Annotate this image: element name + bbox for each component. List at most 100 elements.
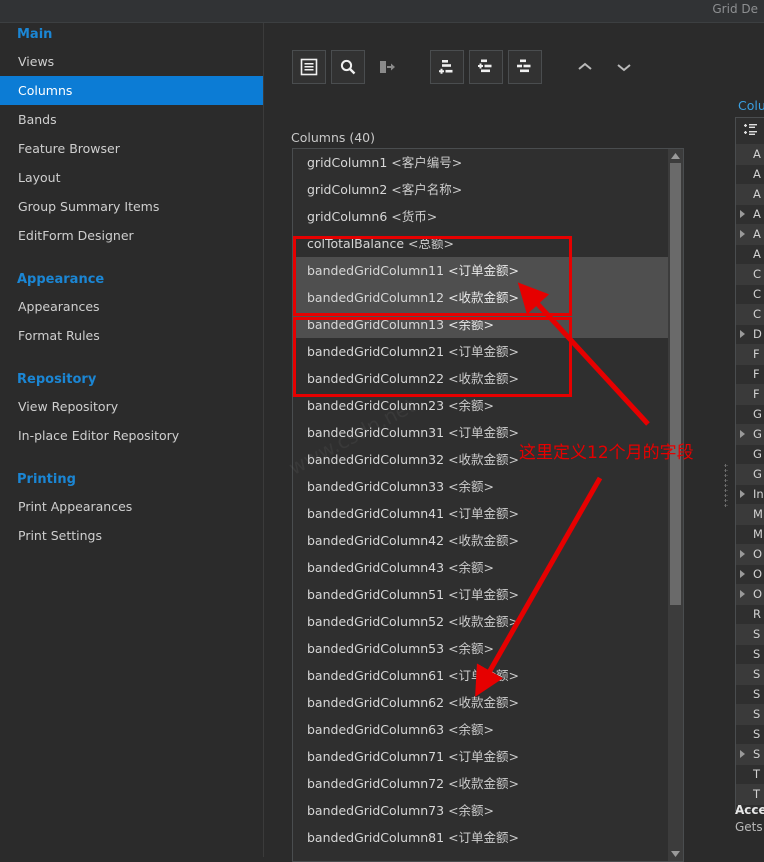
- sidebar-item-group-summary-items[interactable]: Group Summary Items: [0, 192, 263, 221]
- search-icon: [339, 58, 357, 76]
- move-down-button[interactable]: [607, 50, 641, 84]
- column-list-item[interactable]: gridColumn1 <客户编号>: [293, 149, 668, 176]
- property-row[interactable]: C: [736, 264, 764, 284]
- sidebar-item-layout[interactable]: Layout: [0, 163, 263, 192]
- property-row[interactable]: A: [736, 244, 764, 264]
- property-row[interactable]: A: [736, 144, 764, 164]
- sidebar-item-views[interactable]: Views: [0, 47, 263, 76]
- add-band-button[interactable]: [469, 50, 503, 84]
- column-list-item[interactable]: bandedGridColumn62 <收款金额>: [293, 689, 668, 716]
- add-column-button[interactable]: [430, 50, 464, 84]
- columns-list-scrollbar[interactable]: [668, 149, 683, 861]
- property-row[interactable]: S: [736, 704, 764, 724]
- column-list-item[interactable]: colTotalBalance <总额>: [293, 230, 668, 257]
- property-row[interactable]: A: [736, 184, 764, 204]
- chevron-right-icon[interactable]: [740, 590, 745, 598]
- sidebar-item-columns[interactable]: Columns: [0, 76, 263, 105]
- column-list-item[interactable]: bandedGridColumn21 <订单金额>: [293, 338, 668, 365]
- column-list-item[interactable]: bandedGridColumn71 <订单金额>: [293, 743, 668, 770]
- property-row[interactable]: T: [736, 784, 764, 804]
- chevron-right-icon[interactable]: [740, 230, 745, 238]
- remove-column-button[interactable]: [508, 50, 542, 84]
- chevron-right-icon[interactable]: [740, 430, 745, 438]
- property-row[interactable]: D: [736, 324, 764, 344]
- property-row[interactable]: F: [736, 384, 764, 404]
- property-row[interactable]: S: [736, 624, 764, 644]
- property-row[interactable]: S: [736, 684, 764, 704]
- property-row[interactable]: G: [736, 424, 764, 444]
- property-row[interactable]: O: [736, 544, 764, 564]
- column-list-item[interactable]: bandedGridColumn63 <余额>: [293, 716, 668, 743]
- sidebar-item-print-settings[interactable]: Print Settings: [0, 521, 263, 550]
- categorize-icon[interactable]: [742, 123, 758, 140]
- chevron-right-icon[interactable]: [740, 490, 745, 498]
- property-grid[interactable]: AAAAAACCCDFFFGGGGInMMOOORSSSSSSSTTU: [735, 117, 764, 811]
- column-list-item[interactable]: bandedGridColumn42 <收款金额>: [293, 527, 668, 554]
- scrollbar-thumb[interactable]: [670, 163, 681, 605]
- column-list-item[interactable]: bandedGridColumn13 <余额>: [293, 311, 668, 338]
- scroll-up-arrow-icon[interactable]: [668, 149, 683, 163]
- column-list-item[interactable]: gridColumn2 <客户名称>: [293, 176, 668, 203]
- search-button[interactable]: [331, 50, 365, 84]
- property-row[interactable]: C: [736, 304, 764, 324]
- sidebar-item-format-rules[interactable]: Format Rules: [0, 321, 263, 350]
- property-row[interactable]: S: [736, 724, 764, 744]
- column-list-item[interactable]: bandedGridColumn73 <余额>: [293, 797, 668, 824]
- column-list-item[interactable]: bandedGridColumn22 <收款金额>: [293, 365, 668, 392]
- chevron-right-icon[interactable]: [740, 750, 745, 758]
- show-properties-button[interactable]: [292, 50, 326, 84]
- sidebar-item-feature-browser[interactable]: Feature Browser: [0, 134, 263, 163]
- columns-list[interactable]: gridColumn1 <客户编号> gridColumn2 <客户名称> grid…: [292, 148, 684, 862]
- column-caption: <订单金额>: [448, 425, 520, 440]
- sidebar-item-print-appearances[interactable]: Print Appearances: [0, 492, 263, 521]
- property-row[interactable]: A: [736, 204, 764, 224]
- property-row[interactable]: S: [736, 744, 764, 764]
- property-row[interactable]: In: [736, 484, 764, 504]
- column-list-item[interactable]: bandedGridColumn52 <收款金额>: [293, 608, 668, 635]
- property-row[interactable]: S: [736, 644, 764, 664]
- column-list-item[interactable]: bandedGridColumn11 <订单金额>: [293, 257, 668, 284]
- column-list-item[interactable]: bandedGridColumn53 <余额>: [293, 635, 668, 662]
- sidebar-item-in-place-editor-repository[interactable]: In-place Editor Repository: [0, 421, 263, 450]
- property-row[interactable]: C: [736, 284, 764, 304]
- column-list-item[interactable]: bandedGridColumn41 <订单金额>: [293, 500, 668, 527]
- property-row-label: S: [753, 747, 761, 761]
- column-list-item[interactable]: bandedGridColumn81 <订单金额>: [293, 824, 668, 851]
- sidebar-item-view-repository[interactable]: View Repository: [0, 392, 263, 421]
- property-row[interactable]: G: [736, 464, 764, 484]
- property-row[interactable]: G: [736, 404, 764, 424]
- pane-splitter[interactable]: [721, 23, 731, 857]
- chevron-right-icon[interactable]: [740, 550, 745, 558]
- property-row[interactable]: M: [736, 504, 764, 524]
- column-list-item[interactable]: bandedGridColumn23 <余额>: [293, 392, 668, 419]
- property-row-label: C: [753, 307, 762, 321]
- column-list-item[interactable]: bandedGridColumn33 <余额>: [293, 473, 668, 500]
- property-row[interactable]: F: [736, 364, 764, 384]
- property-row[interactable]: A: [736, 164, 764, 184]
- chevron-right-icon[interactable]: [740, 330, 745, 338]
- column-list-item[interactable]: bandedGridColumn61 <订单金额>: [293, 662, 668, 689]
- column-list-item[interactable]: bandedGridColumn43 <余额>: [293, 554, 668, 581]
- column-list-item[interactable]: bandedGridColumn51 <订单金额>: [293, 581, 668, 608]
- sidebar-item-editform-designer[interactable]: EditForm Designer: [0, 221, 263, 250]
- property-row[interactable]: T: [736, 764, 764, 784]
- property-row[interactable]: R: [736, 604, 764, 624]
- sidebar-item-bands[interactable]: Bands: [0, 105, 263, 134]
- column-list-item[interactable]: bandedGridColumn72 <收款金额>: [293, 770, 668, 797]
- column-list-item[interactable]: gridColumn6 <货币>: [293, 203, 668, 230]
- property-row[interactable]: S: [736, 664, 764, 684]
- column-list-item[interactable]: bandedGridColumn12 <收款金额>: [293, 284, 668, 311]
- property-row[interactable]: O: [736, 564, 764, 584]
- property-row[interactable]: M: [736, 524, 764, 544]
- property-row[interactable]: O: [736, 584, 764, 604]
- scroll-down-arrow-icon[interactable]: [668, 847, 683, 861]
- sidebar-item-appearances[interactable]: Appearances: [0, 292, 263, 321]
- property-row[interactable]: A: [736, 224, 764, 244]
- run-designer-button[interactable]: [370, 50, 404, 84]
- property-row[interactable]: G: [736, 444, 764, 464]
- chevron-right-icon[interactable]: [740, 210, 745, 218]
- move-up-button[interactable]: [568, 50, 602, 84]
- chevron-right-icon[interactable]: [740, 570, 745, 578]
- property-row[interactable]: F: [736, 344, 764, 364]
